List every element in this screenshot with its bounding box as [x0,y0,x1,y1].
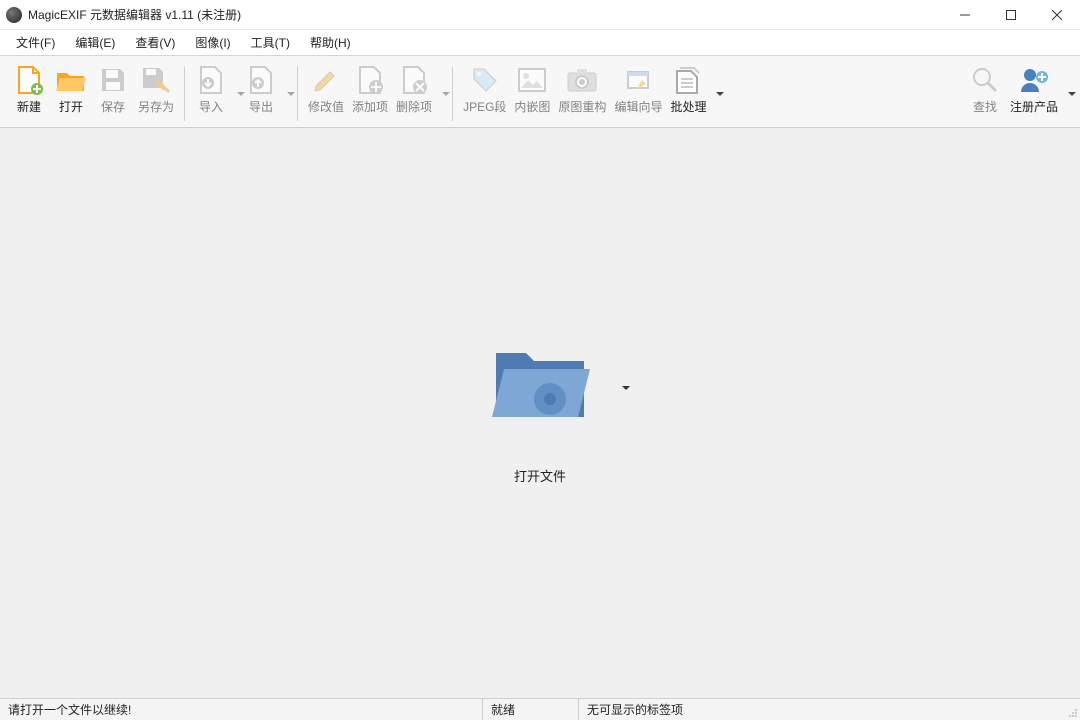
saveas-label: 另存为 [138,98,174,115]
export-button: 导出 [241,60,291,127]
toolbar-separator [452,66,453,121]
rebuild-button: 原图重构 [554,60,610,127]
folder-wrapper[interactable] [490,341,590,428]
close-button[interactable] [1034,0,1080,29]
new-button[interactable]: 新建 [8,60,50,127]
new-file-icon [13,64,45,96]
minimize-button[interactable] [942,0,988,29]
batch-button[interactable]: 批处理 [666,60,720,127]
save-icon [97,64,129,96]
export-icon [245,64,277,96]
add-label: 添加项 [352,98,388,115]
open-button[interactable]: 打开 [50,60,92,127]
menu-tools[interactable]: 工具(T) [241,30,300,55]
jpegseg-label: JPEG段 [463,98,506,115]
find-button: 查找 [964,60,1006,127]
jpegseg-button: JPEG段 [459,60,510,127]
menu-view[interactable]: 查看(V) [125,30,185,55]
open-label: 打开 [59,98,83,115]
delete-button: 删除项 [392,60,446,127]
register-icon [1018,64,1050,96]
tag-icon [469,64,501,96]
batch-label: 批处理 [670,98,706,115]
resize-grip-icon[interactable] [1064,699,1080,720]
main-area: 打开文件 [0,128,1080,698]
register-label: 注册产品 [1010,98,1058,115]
import-icon [195,64,227,96]
toolbar: 新建 打开 保存 另存为 导入 导出 [0,56,1080,128]
window-controls [942,0,1080,29]
toolbar-separator [297,66,298,121]
delete-icon [398,64,430,96]
maximize-icon [1006,10,1016,20]
dropdown-icon[interactable] [622,381,630,395]
menu-image[interactable]: 图像(I) [185,30,240,55]
embed-button: 内嵌图 [510,60,554,127]
dropdown-icon [287,87,295,101]
import-button: 导入 [191,60,241,127]
rebuild-label: 原图重构 [558,98,606,115]
app-icon [6,7,22,23]
add-icon [354,64,386,96]
close-icon [1052,10,1062,20]
edit-icon [310,64,342,96]
open-file-prompt: 打开文件 [490,341,590,485]
delete-label: 删除项 [396,98,432,115]
toolbar-separator [184,66,185,121]
dropdown-icon [1068,87,1076,101]
modify-button: 修改值 [304,60,348,127]
register-button[interactable]: 注册产品 [1006,60,1072,127]
embed-label: 内嵌图 [514,98,550,115]
maximize-button[interactable] [988,0,1034,29]
menu-help[interactable]: 帮助(H) [300,30,361,55]
camera-icon [566,64,598,96]
picture-icon [516,64,548,96]
menu-file[interactable]: 文件(F) [6,30,65,55]
wizard-icon [622,64,654,96]
new-label: 新建 [17,98,41,115]
menu-edit[interactable]: 编辑(E) [65,30,125,55]
status-ready: 就绪 [483,699,579,720]
modify-label: 修改值 [308,98,344,115]
saveas-icon [140,64,172,96]
add-button: 添加项 [348,60,392,127]
import-label: 导入 [199,98,223,115]
window-title: MagicEXIF 元数据编辑器 v1.11 (未注册) [28,6,942,23]
menubar: 文件(F) 编辑(E) 查看(V) 图像(I) 工具(T) 帮助(H) [0,30,1080,56]
minimize-icon [960,10,970,20]
save-label: 保存 [101,98,125,115]
toolbar-spacer [720,60,964,127]
status-hint: 请打开一个文件以继续! [0,699,483,720]
find-label: 查找 [973,98,997,115]
export-label: 导出 [249,98,273,115]
save-button: 保存 [92,60,134,127]
dropdown-icon [716,87,724,101]
open-file-label: 打开文件 [514,466,566,485]
folder-open-icon [490,341,590,425]
wizard-button: 编辑向导 [610,60,666,127]
wizard-label: 编辑向导 [614,98,662,115]
search-icon [969,64,1001,96]
saveas-button: 另存为 [134,60,178,127]
window-titlebar: MagicEXIF 元数据编辑器 v1.11 (未注册) [0,0,1080,30]
open-folder-icon [55,64,87,96]
status-tabs: 无可显示的标签项 [579,699,1064,720]
batch-icon [672,64,704,96]
dropdown-icon [442,87,450,101]
statusbar: 请打开一个文件以继续! 就绪 无可显示的标签项 [0,698,1080,720]
